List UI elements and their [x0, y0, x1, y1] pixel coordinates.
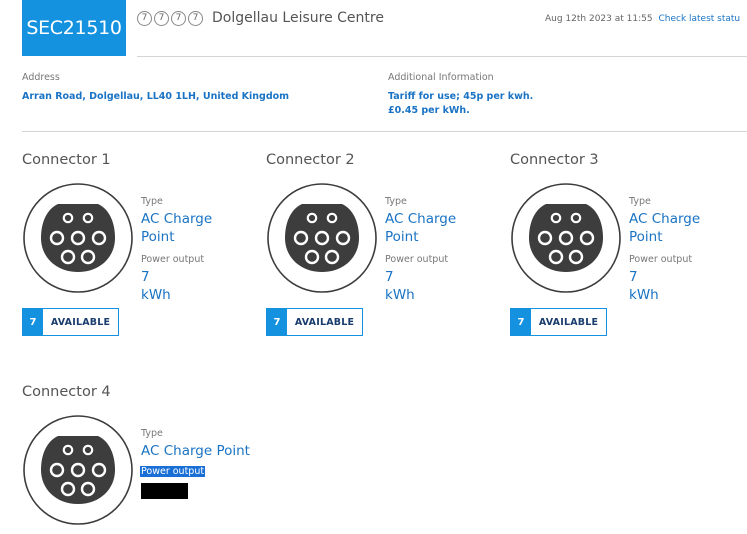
- address-label: Address: [22, 72, 60, 83]
- check-latest-status-link[interactable]: Check latest statu: [658, 14, 740, 24]
- divider: [137, 56, 747, 57]
- power-output-label: Power output: [140, 466, 206, 477]
- availability-badge: 7 AVAILABLE: [266, 308, 363, 336]
- address-value: Arran Road, Dolgellau, LL40 1LH, United …: [22, 91, 290, 102]
- connector-title: Connector 3: [510, 152, 599, 168]
- connector-title: Connector 2: [266, 152, 355, 168]
- availability-text: AVAILABLE: [294, 316, 355, 328]
- power-output-value: 7 kWh: [385, 269, 415, 303]
- availability-badge: 7 AVAILABLE: [510, 308, 607, 336]
- rating-icon: 7: [171, 10, 186, 26]
- type-label: Type: [385, 196, 407, 207]
- site-name: Dolgellau Leisure Centre: [212, 10, 384, 26]
- rating-icon: 7: [137, 10, 152, 26]
- availability-count: 7: [511, 309, 531, 335]
- availability-badge: 7 AVAILABLE: [22, 308, 119, 336]
- type-value: AC Charge Point: [141, 211, 213, 245]
- type-label: Type: [629, 196, 651, 207]
- availability-count: 7: [267, 309, 287, 335]
- availability-text: AVAILABLE: [538, 316, 599, 328]
- type2-plug-icon: [510, 182, 622, 294]
- rating-icon: 7: [188, 10, 203, 26]
- rating-icon: 7: [154, 10, 169, 26]
- power-output-value: 7 kWh: [629, 269, 659, 303]
- type-value: AC Charge Point: [629, 211, 701, 245]
- availability-text: AVAILABLE: [50, 316, 111, 328]
- additional-info-label: Additional Information: [388, 72, 494, 83]
- connector-title: Connector 4: [22, 384, 111, 400]
- status-line: Aug 12th 2023 at 11:55 Check latest stat…: [545, 14, 740, 24]
- type2-plug-icon: [22, 182, 134, 294]
- power-output-label: Power output: [629, 254, 693, 265]
- selected-text: Power output: [140, 466, 206, 477]
- connector-title: Connector 1: [22, 152, 111, 168]
- type-value: AC Charge Point: [385, 211, 457, 245]
- type-label: Type: [141, 428, 163, 439]
- type-value: AC Charge Point: [141, 443, 250, 459]
- redacted-value: [141, 483, 188, 499]
- site-name-row: 7 7 7 7 Dolgellau Leisure Centre: [137, 10, 384, 26]
- site-id-badge: SEC21510: [22, 0, 126, 56]
- type-label: Type: [141, 196, 163, 207]
- power-output-value: 7 kWh: [141, 269, 171, 303]
- availability-count: 7: [23, 309, 43, 335]
- type2-plug-icon: [266, 182, 378, 294]
- tariff-line-2: £0.45 per kWh.: [388, 105, 470, 116]
- divider: [22, 131, 747, 132]
- last-update-timestamp: Aug 12th 2023 at 11:55: [545, 14, 653, 24]
- rating-icons: 7 7 7 7: [137, 10, 205, 26]
- power-output-label: Power output: [141, 254, 205, 265]
- tariff-line-1: Tariff for use; 45p per kwh.: [388, 91, 534, 102]
- power-output-label: Power output: [385, 254, 449, 265]
- type2-plug-icon: [22, 414, 134, 526]
